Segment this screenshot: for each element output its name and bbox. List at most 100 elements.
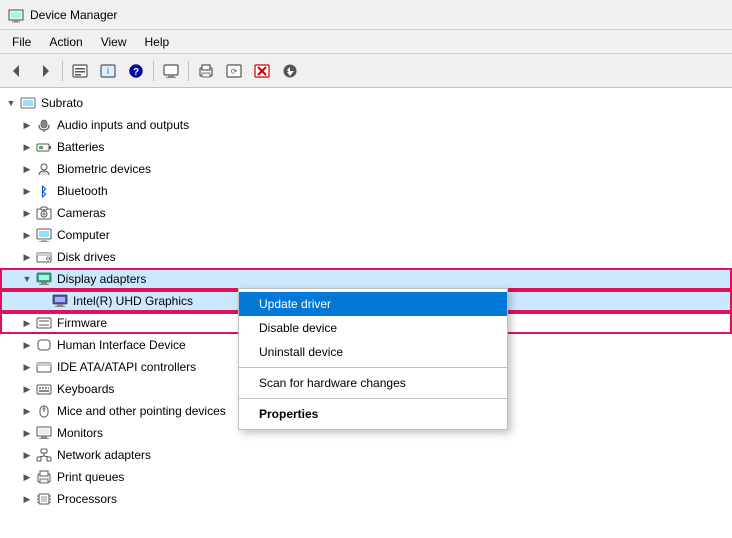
icon-computer bbox=[36, 227, 52, 243]
toolbar-help[interactable]: ? bbox=[123, 58, 149, 84]
tree-mice-label: Mice and other pointing devices bbox=[57, 404, 226, 418]
chevron-display: ▼ bbox=[20, 272, 34, 286]
icon-ide bbox=[36, 359, 52, 375]
svg-text:⟳: ⟳ bbox=[231, 67, 238, 76]
chevron-disk: ▶ bbox=[20, 250, 34, 264]
context-menu-scan-changes[interactable]: Scan for hardware changes bbox=[239, 371, 507, 395]
svg-text:i: i bbox=[107, 66, 109, 76]
tree-printers-label: Print queues bbox=[57, 470, 124, 484]
chevron-audio: ▶ bbox=[20, 118, 34, 132]
tree-display-adapters[interactable]: ▼ Display adapters bbox=[0, 268, 732, 290]
context-menu-disable-device[interactable]: Disable device bbox=[239, 316, 507, 340]
tree-bluetooth-label: Bluetooth bbox=[57, 184, 108, 198]
chevron-keyboards: ▶ bbox=[20, 382, 34, 396]
chevron-mice: ▶ bbox=[20, 404, 34, 418]
tree-root[interactable]: ▼ Subrato bbox=[0, 92, 732, 114]
tree-network[interactable]: ▶ Network adapters bbox=[0, 444, 732, 466]
title-bar-text: Device Manager bbox=[30, 8, 117, 22]
toolbar: i ? ⟳ bbox=[0, 54, 732, 88]
chevron-processors: ▶ bbox=[20, 492, 34, 506]
tree-computer[interactable]: ▶ Computer bbox=[0, 224, 732, 246]
tree-processors-label: Processors bbox=[57, 492, 117, 506]
tree-root-label: Subrato bbox=[41, 96, 83, 110]
menu-action[interactable]: Action bbox=[41, 33, 90, 51]
icon-hid bbox=[36, 337, 52, 353]
toolbar-properties[interactable] bbox=[67, 58, 93, 84]
menu-bar: File Action View Help bbox=[0, 30, 732, 54]
toolbar-scan[interactable]: ⟳ bbox=[221, 58, 247, 84]
toolbar-sep-3 bbox=[188, 61, 189, 81]
icon-processors bbox=[36, 491, 52, 507]
tree-computer-label: Computer bbox=[57, 228, 110, 242]
context-menu-sep-1 bbox=[239, 367, 507, 368]
icon-bluetooth: ᛒ bbox=[36, 183, 52, 199]
chevron-network: ▶ bbox=[20, 448, 34, 462]
icon-root bbox=[20, 95, 36, 111]
svg-text:ᛒ: ᛒ bbox=[40, 184, 48, 199]
context-menu-uninstall-device[interactable]: Uninstall device bbox=[239, 340, 507, 364]
chevron-computer: ▶ bbox=[20, 228, 34, 242]
icon-printers bbox=[36, 469, 52, 485]
tree-audio-label: Audio inputs and outputs bbox=[57, 118, 189, 132]
chevron-hid: ▶ bbox=[20, 338, 34, 352]
icon-monitors bbox=[36, 425, 52, 441]
icon-keyboards bbox=[36, 381, 52, 397]
chevron-batteries: ▶ bbox=[20, 140, 34, 154]
icon-disk bbox=[36, 249, 52, 265]
menu-view[interactable]: View bbox=[93, 33, 135, 51]
chevron-monitors: ▶ bbox=[20, 426, 34, 440]
tree-cameras-label: Cameras bbox=[57, 206, 106, 220]
tree-biometric-label: Biometric devices bbox=[57, 162, 151, 176]
icon-network bbox=[36, 447, 52, 463]
app-icon bbox=[8, 7, 24, 23]
toolbar-download[interactable] bbox=[277, 58, 303, 84]
chevron-firmware: ▶ bbox=[20, 316, 34, 330]
context-menu-update-driver[interactable]: Update driver bbox=[239, 292, 507, 316]
menu-help[interactable]: Help bbox=[137, 33, 178, 51]
toolbar-update[interactable]: i bbox=[95, 58, 121, 84]
tree-intel-graphics-label: Intel(R) UHD Graphics bbox=[73, 294, 193, 308]
context-menu: Update driver Disable device Uninstall d… bbox=[238, 288, 508, 430]
toolbar-sep-1 bbox=[62, 61, 63, 81]
toolbar-display[interactable] bbox=[158, 58, 184, 84]
icon-firmware bbox=[36, 315, 52, 331]
tree-audio[interactable]: ▶ Audio inputs and outputs bbox=[0, 114, 732, 136]
icon-biometric bbox=[36, 161, 52, 177]
toolbar-forward[interactable] bbox=[32, 58, 58, 84]
toolbar-back[interactable] bbox=[4, 58, 30, 84]
tree-batteries[interactable]: ▶ Batteries bbox=[0, 136, 732, 158]
tree-firmware-label: Firmware bbox=[57, 316, 107, 330]
tree-batteries-label: Batteries bbox=[57, 140, 104, 154]
menu-file[interactable]: File bbox=[4, 33, 39, 51]
toolbar-print[interactable] bbox=[193, 58, 219, 84]
chevron-root: ▼ bbox=[4, 96, 18, 110]
icon-mice bbox=[36, 403, 52, 419]
toolbar-remove[interactable] bbox=[249, 58, 275, 84]
svg-text:?: ? bbox=[133, 67, 139, 78]
tree-keyboards-label: Keyboards bbox=[57, 382, 114, 396]
tree-disk[interactable]: ▶ Disk drives bbox=[0, 246, 732, 268]
tree-processors[interactable]: ▶ Processors bbox=[0, 488, 732, 510]
tree-cameras[interactable]: ▶ Cameras bbox=[0, 202, 732, 224]
toolbar-sep-2 bbox=[153, 61, 154, 81]
tree-hid-label: Human Interface Device bbox=[57, 338, 186, 352]
context-menu-properties[interactable]: Properties bbox=[239, 402, 507, 426]
icon-batteries bbox=[36, 139, 52, 155]
chevron-ide: ▶ bbox=[20, 360, 34, 374]
chevron-printers: ▶ bbox=[20, 470, 34, 484]
tree-biometric[interactable]: ▶ Biometric devices bbox=[0, 158, 732, 180]
chevron-biometric: ▶ bbox=[20, 162, 34, 176]
chevron-bluetooth: ▶ bbox=[20, 184, 34, 198]
tree-display-adapters-label: Display adapters bbox=[57, 272, 146, 286]
tree-printers[interactable]: ▶ Print queues bbox=[0, 466, 732, 488]
tree-monitors-label: Monitors bbox=[57, 426, 103, 440]
icon-intel-graphics bbox=[52, 293, 68, 309]
context-menu-sep-2 bbox=[239, 398, 507, 399]
tree-ide-label: IDE ATA/ATAPI controllers bbox=[57, 360, 196, 374]
main-panel: ▼ Subrato ▶ Audio inputs and outputs bbox=[0, 88, 732, 538]
tree-bluetooth[interactable]: ▶ ᛒ Bluetooth bbox=[0, 180, 732, 202]
chevron-cameras: ▶ bbox=[20, 206, 34, 220]
title-bar: Device Manager bbox=[0, 0, 732, 30]
icon-audio bbox=[36, 117, 52, 133]
tree-disk-label: Disk drives bbox=[57, 250, 116, 264]
